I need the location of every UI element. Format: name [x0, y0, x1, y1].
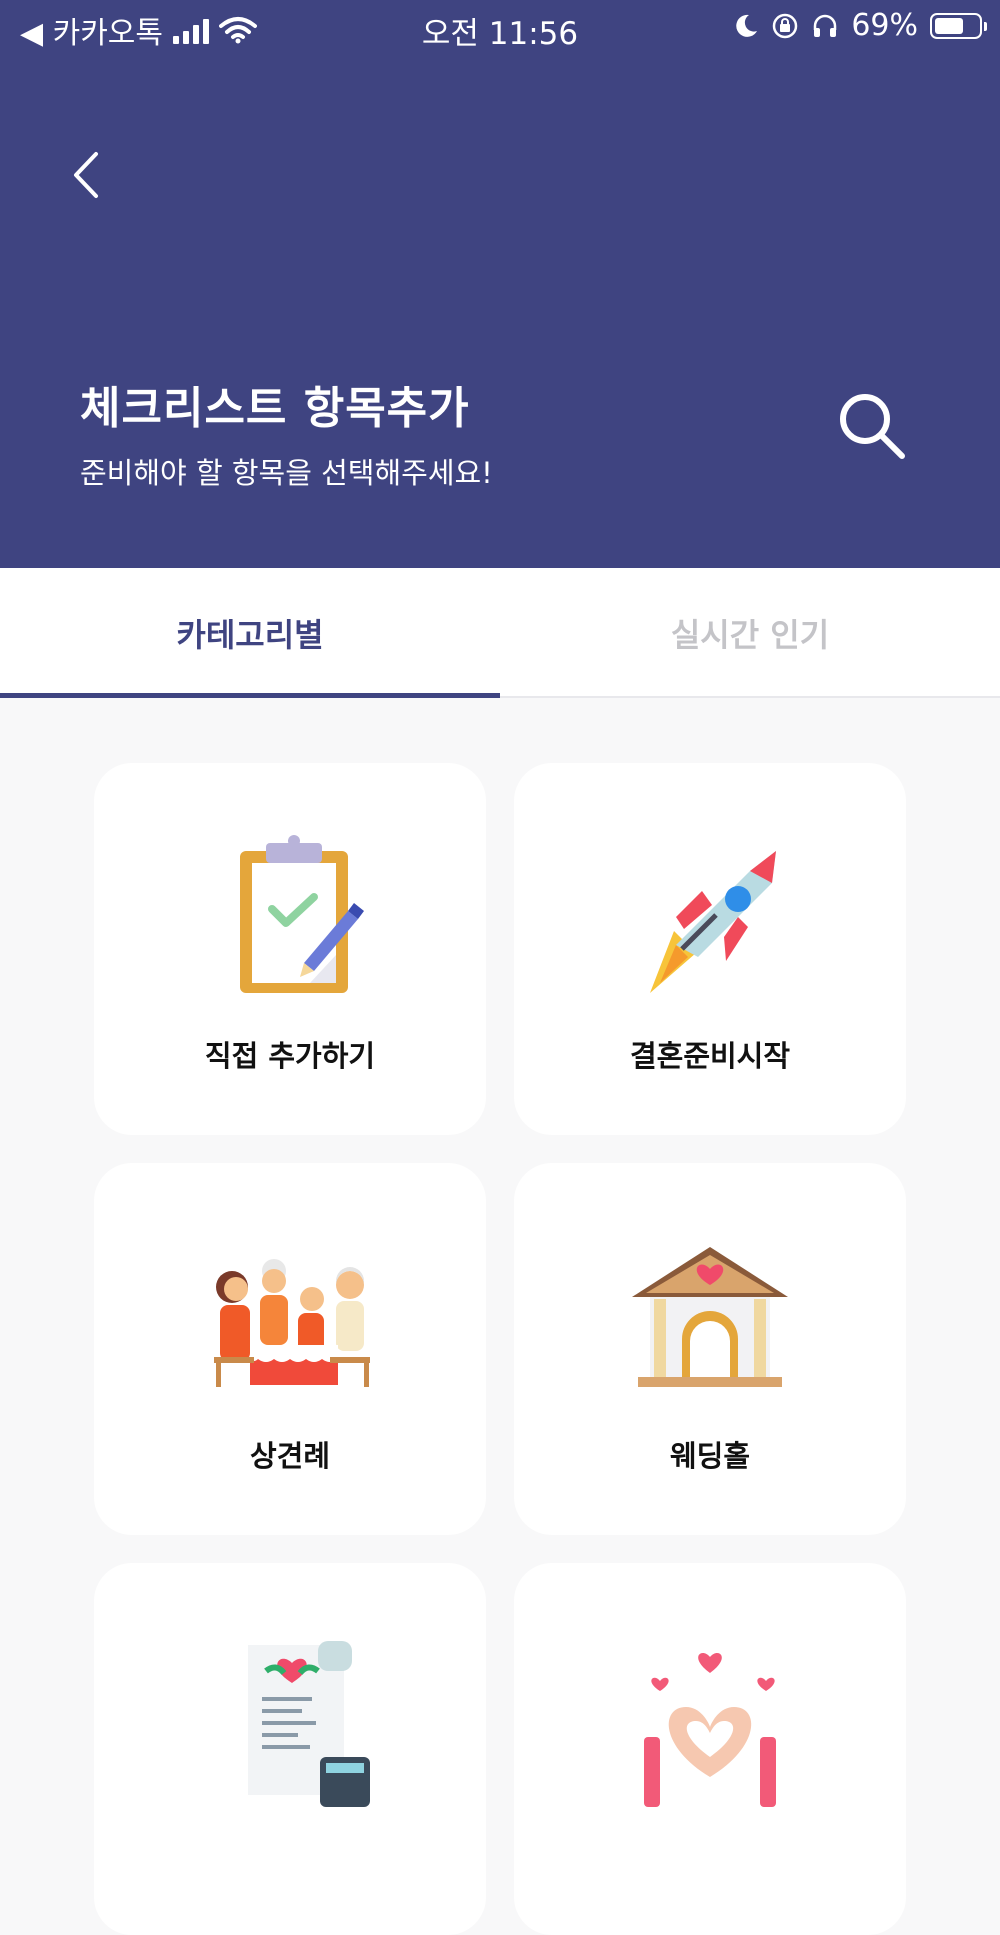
battery-percent: 69%	[851, 8, 918, 43]
tab-bar: 카테고리별 실시간 인기	[0, 568, 1000, 698]
page-title: 체크리스트 항목추가	[80, 383, 470, 434]
rocket-icon	[650, 851, 776, 993]
heart-hands-icon	[644, 1652, 776, 1807]
family-meeting-icon	[214, 1259, 370, 1387]
category-card-heart[interactable]	[514, 1563, 906, 1935]
category-card-budget[interactable]	[94, 1563, 486, 1935]
category-label: 직접 추가하기	[204, 1039, 376, 1073]
category-label: 웨딩홀	[669, 1439, 751, 1473]
page-subtitle: 준비해야 할 항목을 선택해주세요!	[80, 456, 493, 490]
wedding-hall-icon	[632, 1247, 788, 1387]
category-label: 결혼준비시작	[629, 1039, 791, 1073]
receipt-calculator-icon	[248, 1641, 370, 1807]
category-card-direct-add[interactable]: 직접 추가하기	[94, 763, 486, 1135]
status-bar: ◀ 카카오톡 오전 11:56 69%	[0, 0, 1000, 56]
header: ◀ 카카오톡 오전 11:56 69% 체크리스트 항목추가 준비해야 할 항목…	[0, 0, 1000, 568]
rotation-lock-icon	[773, 13, 798, 38]
status-right: 69%	[733, 8, 987, 43]
category-card-wedding-hall[interactable]: 웨딩홀	[514, 1163, 906, 1535]
tab-category[interactable]: 카테고리별	[0, 568, 500, 698]
chevron-left-icon[interactable]	[60, 142, 110, 208]
tab-realtime-popular[interactable]: 실시간 인기	[500, 568, 1000, 698]
battery-level	[935, 17, 964, 34]
category-card-family-meeting[interactable]: 상견례	[94, 1163, 486, 1535]
category-card-wedding-prep-start[interactable]: 결혼준비시작	[514, 763, 906, 1135]
headphones-icon	[814, 14, 837, 37]
battery-icon	[930, 12, 987, 39]
active-tab-indicator	[0, 693, 500, 698]
search-icon[interactable]	[834, 388, 910, 464]
moon-icon	[736, 14, 758, 37]
category-label: 상견례	[249, 1439, 331, 1473]
clipboard-icon	[240, 835, 364, 993]
